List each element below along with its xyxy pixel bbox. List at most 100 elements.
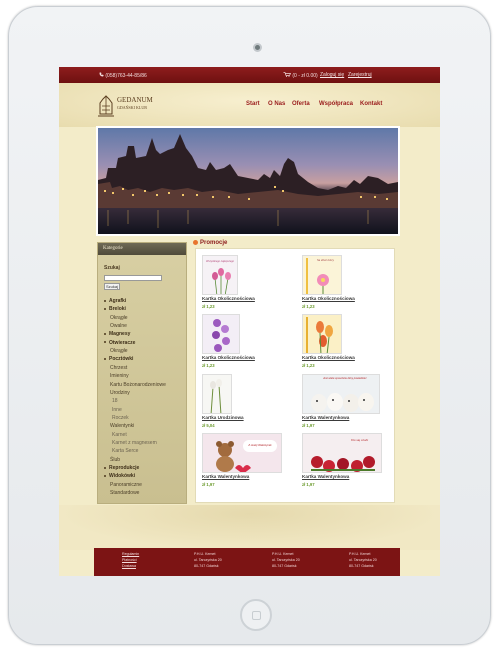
logo[interactable]: GEDANUM GDAŃSKI KLUB xyxy=(97,94,167,120)
category-item[interactable]: Imieniny xyxy=(110,373,129,379)
category-item[interactable]: Roczek xyxy=(112,415,129,421)
product-price: zł 1,23 xyxy=(202,363,215,368)
category-label: Imieniny xyxy=(110,373,129,380)
category-label: Okrągłe xyxy=(110,314,128,321)
category-item[interactable]: Okrągłe xyxy=(110,348,128,354)
phone-icon xyxy=(99,72,104,77)
register-link[interactable]: Zarejestruj xyxy=(348,72,372,78)
thumb-caption: Wszystkiego najlepszego xyxy=(206,260,235,263)
category-item[interactable]: Owalne xyxy=(110,323,127,329)
category-label: Magnesy xyxy=(109,331,131,338)
search-input[interactable] xyxy=(104,275,162,281)
product-card[interactable]: Na dzień dobry Kartka Okolicznościowa zł… xyxy=(298,252,394,310)
product-card[interactable]: Kartka Okolicznościowa zł 1,23 xyxy=(198,311,294,369)
footer-address-2: P.H.U. Kemet ul. Tarczyńska 20 80-747 Gd… xyxy=(272,551,300,569)
login-link[interactable]: Zaloguj się xyxy=(320,72,344,78)
category-item[interactable]: Standardowe xyxy=(110,490,139,496)
footer-links: Regulamin Płatności Dostawa xyxy=(122,551,139,569)
category-item[interactable]: Kartu Bożonarodzeniowe xyxy=(110,382,166,388)
product-card[interactable]: Kartka Urodzinowa zł 5,04 xyxy=(198,371,294,429)
category-item[interactable]: Walentynki xyxy=(110,423,134,429)
category-label: Karnet z magnesem xyxy=(112,439,157,446)
search-button[interactable]: Szukaj xyxy=(104,283,120,290)
main-content: Promocje Wszystkiego najlepszego Kartka … xyxy=(193,240,399,505)
thumb-caption: Jest wiele sposobów żeby powiedzieć xyxy=(323,377,367,380)
category-item[interactable]: Karnet xyxy=(112,432,127,438)
category-label: Karnet xyxy=(112,431,127,438)
thumb-caption: Z okazji Walentynek xyxy=(243,440,277,452)
category-item[interactable]: Pocztówki xyxy=(104,356,133,362)
category-label: Chrzest xyxy=(110,364,128,371)
product-price: zł 1,97 xyxy=(202,482,215,487)
category-item[interactable]: Okrągłe xyxy=(110,315,128,321)
category-label: Walentynki xyxy=(110,423,135,430)
category-item[interactable]: Urodziny xyxy=(110,390,130,396)
sidebar-title: Kategorie xyxy=(98,243,186,255)
product-price: zł 1,23 xyxy=(202,304,215,309)
product-price: zł 1,23 xyxy=(302,363,315,368)
product-name[interactable]: Kartka Okolicznościowa xyxy=(202,355,255,360)
product-name[interactable]: Kartka Urodzinowa xyxy=(202,415,244,420)
thumb-caption: Kto się czubi xyxy=(351,438,369,442)
product-card[interactable]: Kto się czubi Kartka Walentynkowa zł 1,9… xyxy=(298,430,394,488)
footer-decoration xyxy=(59,505,440,550)
category-item[interactable]: 18 xyxy=(112,398,118,404)
category-label: Panoramiczne xyxy=(110,481,142,488)
category-bullet-icon xyxy=(104,358,106,361)
product-card[interactable]: Kartka Okolicznościowa zł 1,23 xyxy=(298,311,394,369)
category-bullet-icon xyxy=(104,475,106,478)
category-label: Roczek xyxy=(112,414,129,421)
product-name[interactable]: Kartka Okolicznościowa xyxy=(302,296,355,301)
footer-link-dostawa[interactable]: Dostawa xyxy=(122,563,139,569)
category-label: Karta Serce xyxy=(112,448,139,455)
category-item[interactable]: Karta Serce xyxy=(112,448,138,454)
footer-address-1: P.H.U. Kemet ul. Tarczyńska 20 80-747 Gd… xyxy=(194,551,222,569)
home-button-icon[interactable] xyxy=(240,599,272,631)
category-label: Urodziny xyxy=(110,389,130,396)
category-item[interactable]: Magnesy xyxy=(104,331,130,337)
screen: (058)763-44-85/86 (0 - zł 0.00) Zaloguj … xyxy=(59,67,440,576)
product-name[interactable]: Kartka Okolicznościowa xyxy=(202,296,255,301)
product-name[interactable]: Kartka Walentynkowa xyxy=(302,415,349,420)
category-item[interactable]: Breloki xyxy=(104,306,126,312)
category-label: Reprodukcje xyxy=(109,465,140,471)
nav-start[interactable]: Start xyxy=(246,101,260,107)
category-item[interactable]: Ślub xyxy=(110,457,120,463)
header: GEDANUM GDAŃSKI KLUB Start O Nas Oferta … xyxy=(59,83,440,127)
birthday-card-image xyxy=(202,374,232,414)
cart-summary[interactable]: (0 - zł 0.00) xyxy=(283,72,318,79)
cart-icon xyxy=(283,72,292,77)
footer: Regulamin Płatności Dostawa P.H.U. Kemet… xyxy=(94,548,400,576)
category-label: Breloki xyxy=(109,306,126,313)
category-item[interactable]: Karnet z magnesem xyxy=(112,440,157,446)
purple-orchid-card-image xyxy=(202,314,240,354)
category-label: Pocztówki xyxy=(109,356,134,363)
category-item[interactable]: Agrafki xyxy=(104,298,126,304)
product-name[interactable]: Kartka Walentynkowa xyxy=(302,474,349,479)
product-name[interactable]: Kartka Walentynkowa xyxy=(202,474,249,479)
category-bullet-icon xyxy=(104,308,106,311)
category-label: Inne xyxy=(112,406,122,413)
category-bullet-icon xyxy=(104,341,106,344)
product-name[interactable]: Kartka Okolicznościowa xyxy=(302,355,355,360)
category-label: Standardowe xyxy=(110,490,140,497)
category-item[interactable]: Widokówki xyxy=(104,473,135,479)
nav-kontakt[interactable]: Kontakt xyxy=(360,101,382,107)
nav-oferta[interactable]: Oferta xyxy=(292,101,310,107)
product-card[interactable]: Z okazji Walentynek Kartka Walentynkowa … xyxy=(198,430,294,488)
product-card[interactable]: Wszystkiego najlepszego Kartka Okoliczno… xyxy=(198,252,294,310)
category-item[interactable]: Reprodukcje xyxy=(104,465,139,471)
category-item[interactable]: Panoramiczne xyxy=(110,482,142,488)
category-label: Okrągłe xyxy=(110,348,128,355)
sidebar: Kategorie Szukaj Szukaj Agrafki Breloki Ok… xyxy=(97,242,187,504)
category-bullet-icon xyxy=(104,333,106,336)
category-label: Widokówki xyxy=(109,473,136,480)
category-item[interactable]: Otwieracze xyxy=(104,340,135,346)
teddy-bear-card-image: Z okazji Walentynek xyxy=(202,433,282,473)
category-item[interactable]: Chrzest xyxy=(110,365,127,371)
category-item[interactable]: Inne xyxy=(112,407,122,413)
nav-o-nas[interactable]: O Nas xyxy=(268,101,285,107)
pink-flower-card-image: Na dzień dobry xyxy=(302,255,342,295)
nav-wspolpraca[interactable]: Współpraca xyxy=(319,101,353,107)
product-card[interactable]: Jest wiele sposobów żeby powiedzieć Kart… xyxy=(298,371,394,429)
